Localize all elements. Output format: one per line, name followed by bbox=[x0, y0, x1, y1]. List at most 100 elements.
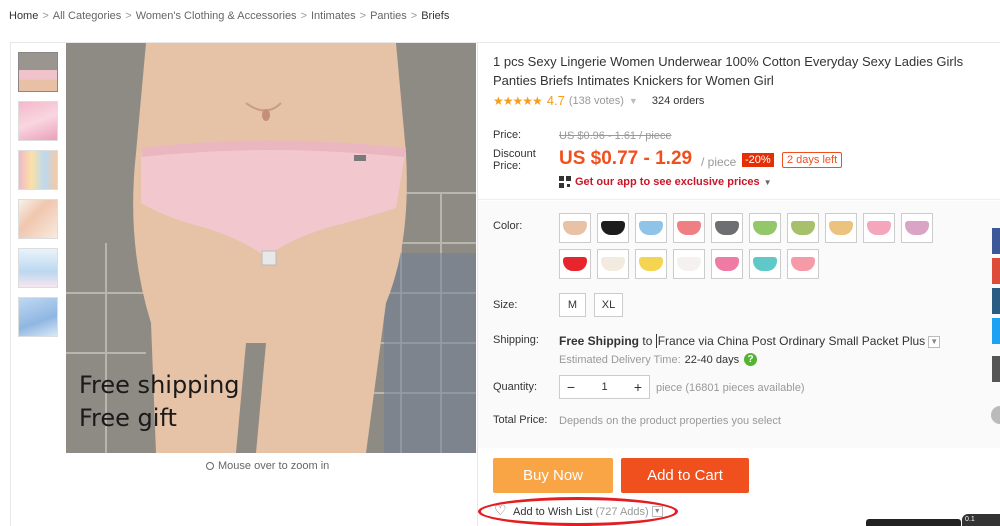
app-promo-text: Get our app to see exclusive prices bbox=[575, 176, 760, 188]
shipping-label: Shipping: bbox=[493, 334, 539, 346]
color-swatch-sample bbox=[905, 221, 929, 235]
size-option-m[interactable]: M bbox=[559, 293, 586, 317]
discount-label: Discount bbox=[493, 148, 536, 160]
facebook-share-icon[interactable] bbox=[992, 228, 1000, 254]
wish-list-label[interactable]: Add to Wish List bbox=[513, 506, 592, 518]
free-shipping-text: Free Shipping bbox=[559, 334, 640, 348]
estimated-delivery: Estimated Delivery Time: 22-40 days ? bbox=[559, 353, 758, 366]
corner-status-badge: 0.1 bbox=[962, 514, 1000, 526]
color-swatch-3[interactable] bbox=[635, 213, 667, 243]
availability-text: piece (16801 pieces available) bbox=[656, 382, 805, 394]
breadcrumb-all-categories-link[interactable]: All Categories bbox=[53, 10, 121, 22]
bottom-toolbar bbox=[866, 519, 961, 526]
rating-value[interactable]: 4.7 bbox=[547, 93, 565, 108]
color-swatch-sample bbox=[791, 257, 815, 271]
color-swatch-16[interactable] bbox=[749, 249, 781, 279]
color-swatch-sample bbox=[601, 221, 625, 235]
color-swatch-list bbox=[559, 213, 969, 285]
color-swatch-sample bbox=[753, 221, 777, 235]
quantity-label: Quantity: bbox=[493, 381, 538, 393]
discount-price-label: Price: bbox=[493, 160, 522, 172]
add-to-wish-list[interactable]: Add to Wish List (727 Adds) ▼ bbox=[494, 502, 663, 519]
chevron-down-icon: ▼ bbox=[763, 177, 772, 187]
rating-row: ★★★★★ 4.7 (138 votes) ▼ 324 orders bbox=[493, 93, 704, 108]
qr-code-icon bbox=[559, 176, 571, 188]
chevron-down-icon[interactable]: ▼ bbox=[651, 506, 663, 517]
product-title: 1 pcs Sexy Lingerie Women Underwear 100%… bbox=[493, 54, 964, 88]
zoom-hint-text: Mouse over to zoom in bbox=[218, 460, 330, 472]
color-swatch-sample bbox=[867, 221, 891, 235]
color-label: Color: bbox=[493, 220, 523, 232]
breadcrumb-separator: > bbox=[410, 10, 418, 22]
decrease-quantity-button[interactable]: − bbox=[560, 379, 582, 395]
color-swatch-13[interactable] bbox=[635, 249, 667, 279]
color-swatch-sample bbox=[639, 257, 663, 271]
color-swatch-15[interactable] bbox=[711, 249, 743, 279]
estimated-delivery-days: 22-40 days bbox=[684, 353, 740, 366]
color-swatch-10[interactable] bbox=[901, 213, 933, 243]
breadcrumb-separator: > bbox=[359, 10, 367, 22]
discount-price: US $0.77 - 1.29 bbox=[559, 148, 693, 169]
color-swatch-5[interactable] bbox=[711, 213, 743, 243]
size-option-xl[interactable]: XL bbox=[594, 293, 623, 317]
color-swatch-sample bbox=[715, 257, 739, 271]
breadcrumb-separator: > bbox=[125, 10, 132, 22]
wish-list-count: (727 Adds) bbox=[595, 505, 649, 518]
shipping-destination[interactable]: France via China Post Ordinary Small Pac… bbox=[655, 334, 926, 348]
color-swatch-8[interactable] bbox=[825, 213, 857, 243]
vk-share-icon[interactable] bbox=[992, 288, 1000, 314]
estimated-delivery-label: Estimated Delivery Time: bbox=[559, 353, 681, 366]
color-swatch-1[interactable] bbox=[559, 213, 591, 243]
star-rating-icon: ★★★★★ bbox=[493, 93, 543, 108]
breadcrumb-panties-link[interactable]: Panties bbox=[370, 10, 407, 22]
app-promo-link[interactable]: Get our app to see exclusive prices ▼ bbox=[559, 176, 772, 188]
breadcrumb: Home > All Categories > Women's Clothing & A… bbox=[9, 10, 449, 22]
main-product-photo[interactable]: Free shipping Free gift bbox=[66, 43, 476, 453]
color-swatch-11[interactable] bbox=[559, 249, 591, 279]
color-swatch-4[interactable] bbox=[673, 213, 705, 243]
discount-badge: -20% bbox=[742, 153, 774, 167]
color-swatch-sample bbox=[677, 257, 701, 271]
more-share-icon[interactable] bbox=[992, 356, 1000, 382]
color-swatch-6[interactable] bbox=[749, 213, 781, 243]
color-swatch-sample bbox=[715, 221, 739, 235]
quantity-input[interactable]: 1 bbox=[582, 381, 627, 393]
color-swatch-7[interactable] bbox=[787, 213, 819, 243]
color-swatch-17[interactable] bbox=[787, 249, 819, 279]
color-swatch-sample bbox=[639, 221, 663, 235]
breadcrumb-womens-clothing-link[interactable]: Women's Clothing & Accessories bbox=[136, 10, 297, 22]
thumbnail-4[interactable] bbox=[18, 199, 58, 239]
shipping-to-text: to bbox=[642, 334, 653, 348]
help-icon[interactable]: ? bbox=[744, 353, 758, 366]
breadcrumb-separator: > bbox=[300, 10, 307, 22]
days-left-badge: 2 days left bbox=[782, 152, 843, 168]
votes-count[interactable]: (138 votes) bbox=[569, 95, 624, 107]
color-swatch-2[interactable] bbox=[597, 213, 629, 243]
twitter-share-icon[interactable] bbox=[992, 318, 1000, 344]
zoom-hint: Mouse over to zoom in bbox=[206, 460, 329, 472]
thumbnail-2[interactable] bbox=[18, 101, 58, 141]
color-swatch-sample bbox=[677, 221, 701, 235]
thumbnail-3[interactable] bbox=[18, 150, 58, 190]
shipping-info[interactable]: Free Shipping to France via China Post O… bbox=[559, 334, 941, 348]
increase-quantity-button[interactable]: + bbox=[627, 379, 649, 395]
color-swatch-sample bbox=[563, 257, 587, 271]
quantity-stepper: − 1 + bbox=[559, 375, 650, 399]
total-price-label: Total Price: bbox=[493, 414, 548, 426]
buy-now-button[interactable]: Buy Now bbox=[493, 458, 613, 493]
chevron-down-icon[interactable]: ▼ bbox=[629, 96, 638, 106]
thumbnail-6[interactable] bbox=[18, 297, 58, 337]
thumbnail-5[interactable] bbox=[18, 248, 58, 288]
color-swatch-sample bbox=[829, 221, 853, 235]
thumbnail-1[interactable] bbox=[18, 52, 58, 92]
breadcrumb-home-link[interactable]: Home bbox=[9, 10, 38, 22]
color-swatch-14[interactable] bbox=[673, 249, 705, 279]
magnifier-icon bbox=[206, 462, 214, 470]
color-swatch-12[interactable] bbox=[597, 249, 629, 279]
breadcrumb-intimates-link[interactable]: Intimates bbox=[311, 10, 356, 22]
photo-overlay-free-shipping: Free shipping bbox=[79, 371, 240, 399]
add-to-cart-button[interactable]: Add to Cart bbox=[621, 458, 749, 493]
color-swatch-9[interactable] bbox=[863, 213, 895, 243]
google-plus-share-icon[interactable] bbox=[992, 258, 1000, 284]
chevron-down-icon[interactable]: ▼ bbox=[928, 335, 941, 348]
